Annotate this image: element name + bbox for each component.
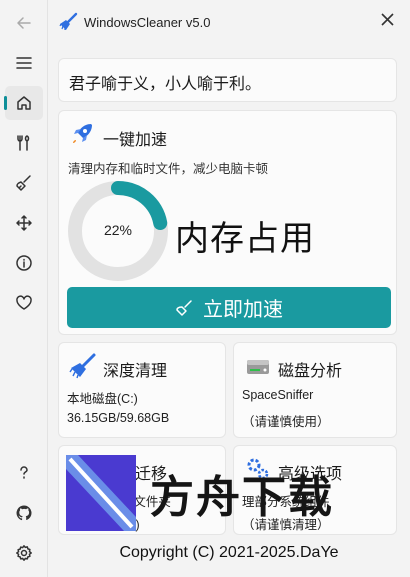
advanced-options-title: 高级选项 xyxy=(278,466,343,483)
app-logo-icon xyxy=(59,12,78,30)
data-move-line2: 理) xyxy=(123,518,140,532)
close-button[interactable] xyxy=(376,8,398,30)
quote-card: 君子喻于义，小人喻于利。 xyxy=(58,58,397,102)
help-icon xyxy=(20,466,28,479)
move-icon xyxy=(16,215,32,231)
nav-tools[interactable] xyxy=(5,126,43,160)
nav-github[interactable] xyxy=(5,496,43,530)
disk-tool-note: （请谨慎使用） xyxy=(242,415,330,429)
nav-move[interactable] xyxy=(5,206,43,240)
tools-icon xyxy=(17,135,30,151)
nav-favorite[interactable] xyxy=(5,286,43,320)
nav-rail xyxy=(0,0,48,577)
disk-analysis-card[interactable]: 磁盘分析 SpaceSniffer （请谨慎使用） xyxy=(233,342,397,438)
data-move-line1: ta文件夹 xyxy=(123,495,171,509)
nav-home[interactable] xyxy=(4,86,43,120)
heart-icon xyxy=(16,295,32,310)
back-button[interactable] xyxy=(5,6,43,40)
broom-icon xyxy=(176,299,192,316)
disk-analysis-title: 磁盘分析 xyxy=(278,363,343,380)
menu-button[interactable] xyxy=(5,46,43,80)
nav-settings[interactable] xyxy=(5,536,43,570)
data-move-title: 数据迁移 xyxy=(103,466,168,483)
rocket-icon xyxy=(73,124,92,143)
app-title: WindowsCleaner v5.0 xyxy=(84,15,211,30)
back-icon xyxy=(17,17,31,29)
close-icon xyxy=(380,12,394,26)
deep-clean-title: 深度清理 xyxy=(103,363,168,380)
data-move-card[interactable]: 数据迁移 ta文件夹 理) xyxy=(58,445,226,535)
drive-usage: 36.15GB/59.68GB xyxy=(67,411,170,425)
github-icon xyxy=(16,505,32,521)
memory-percent: 22% xyxy=(103,222,133,238)
copyright: Copyright (C) 2021-2025.DaYe xyxy=(119,544,339,561)
boost-description: 清理内存和临时文件，减少电脑卡顿 xyxy=(68,162,269,176)
boost-title: 一键加速 xyxy=(103,132,168,149)
folder-icon xyxy=(72,462,94,477)
boost-now-label: 立即加速 xyxy=(203,299,283,321)
gears-icon xyxy=(247,458,269,480)
advanced-options-card[interactable]: 高级选项 理部分系统组件 （请谨慎清理） xyxy=(233,445,397,535)
drive-name: 本地磁盘(C:) xyxy=(67,392,138,406)
broom-icon xyxy=(16,175,31,191)
disk-tool-name: SpaceSniffer xyxy=(242,388,314,402)
advanced-line2: （请谨慎清理） xyxy=(242,518,330,532)
boost-card: 一键加速 清理内存和临时文件，减少电脑卡顿 22% 内存占用 立即加速 xyxy=(58,110,397,335)
hard-drive-icon xyxy=(247,360,269,374)
menu-icon xyxy=(16,57,32,69)
nav-help[interactable] xyxy=(5,456,43,490)
memory-label: 内存占用 xyxy=(175,220,315,258)
broom-icon xyxy=(69,353,96,379)
settings-icon xyxy=(16,545,32,561)
boost-now-button[interactable]: 立即加速 xyxy=(67,287,391,328)
nav-info[interactable] xyxy=(5,246,43,280)
advanced-line1: 理部分系统组件 xyxy=(242,495,330,509)
info-icon xyxy=(16,255,32,271)
title-bar: WindowsCleaner v5.0 xyxy=(48,0,410,46)
quote-text: 君子喻于义，小人喻于利。 xyxy=(69,76,262,93)
deep-clean-card[interactable]: 深度清理 本地磁盘(C:) 36.15GB/59.68GB xyxy=(58,342,226,438)
nav-clean[interactable] xyxy=(5,166,43,200)
home-icon xyxy=(17,96,31,110)
